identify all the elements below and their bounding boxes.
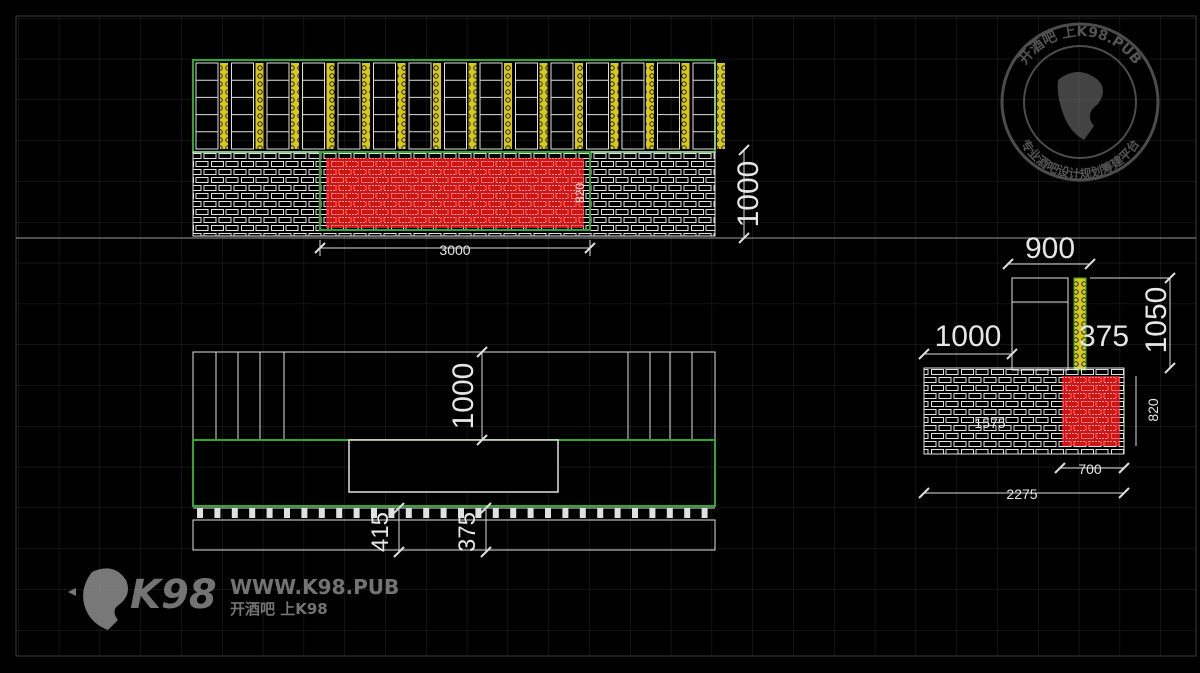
rail-tooth xyxy=(545,508,551,518)
dim-plan-depth: 1000 xyxy=(447,363,480,430)
rail-tooth xyxy=(614,508,621,518)
cad-drawing: 3000 1000 820 1000 415 375 900 1050 1000… xyxy=(0,0,1200,673)
rail-tooth xyxy=(492,508,499,518)
dim-front-width: 3000 xyxy=(439,242,470,258)
logo-brand: K98 xyxy=(130,572,217,618)
rail-tooth xyxy=(231,508,238,518)
rail-tooth xyxy=(632,508,638,518)
rail-tooth xyxy=(284,508,290,518)
red-panel xyxy=(326,158,584,228)
dim-side-height: 1050 xyxy=(1140,287,1173,354)
rail-tooth xyxy=(405,508,412,518)
dim-plan-a: 415 xyxy=(367,512,394,552)
rail-tooth xyxy=(579,508,586,518)
dim-side-panel-height: 820 xyxy=(1145,398,1161,422)
rail-tooth xyxy=(510,508,517,518)
side-red-panel xyxy=(1062,376,1120,446)
rail-tooth xyxy=(318,508,325,518)
rail-tooth xyxy=(562,508,569,518)
rail-tooth xyxy=(527,508,534,518)
dim-plan-b: 375 xyxy=(454,512,481,552)
rail-tooth xyxy=(301,508,308,518)
dim-side-panel-width: 700 xyxy=(1078,461,1102,477)
logo-url: WWW.K98.PUB xyxy=(230,575,399,599)
rail-tooth xyxy=(423,508,430,518)
dim-side-left: 1000 xyxy=(935,320,1002,353)
rail-tooth xyxy=(684,508,691,518)
rail-tooth xyxy=(666,508,673,518)
rail-tooth xyxy=(336,508,343,518)
rail-tooth xyxy=(197,508,203,518)
rail-tooth xyxy=(701,508,708,518)
rail-tooth xyxy=(214,508,221,518)
dim-front-height: 1000 xyxy=(732,161,765,228)
rail-tooth xyxy=(440,508,447,518)
rail-tooth xyxy=(353,508,360,518)
dim-front-panel-height: 820 xyxy=(573,183,587,203)
rail-tooth xyxy=(266,508,273,518)
dim-side-right: 375 xyxy=(1079,320,1129,353)
dim-side-total-width: 2275 xyxy=(1006,486,1037,502)
rail-tooth xyxy=(649,508,656,518)
dim-side-inner: 1575 xyxy=(974,415,1005,431)
dim-side-top-width: 900 xyxy=(1025,232,1075,265)
logo-tagline: 开酒吧 上K98 xyxy=(230,600,328,618)
rail-tooth xyxy=(597,508,604,518)
rail-tooth xyxy=(249,508,256,518)
plan-panel xyxy=(348,439,559,493)
